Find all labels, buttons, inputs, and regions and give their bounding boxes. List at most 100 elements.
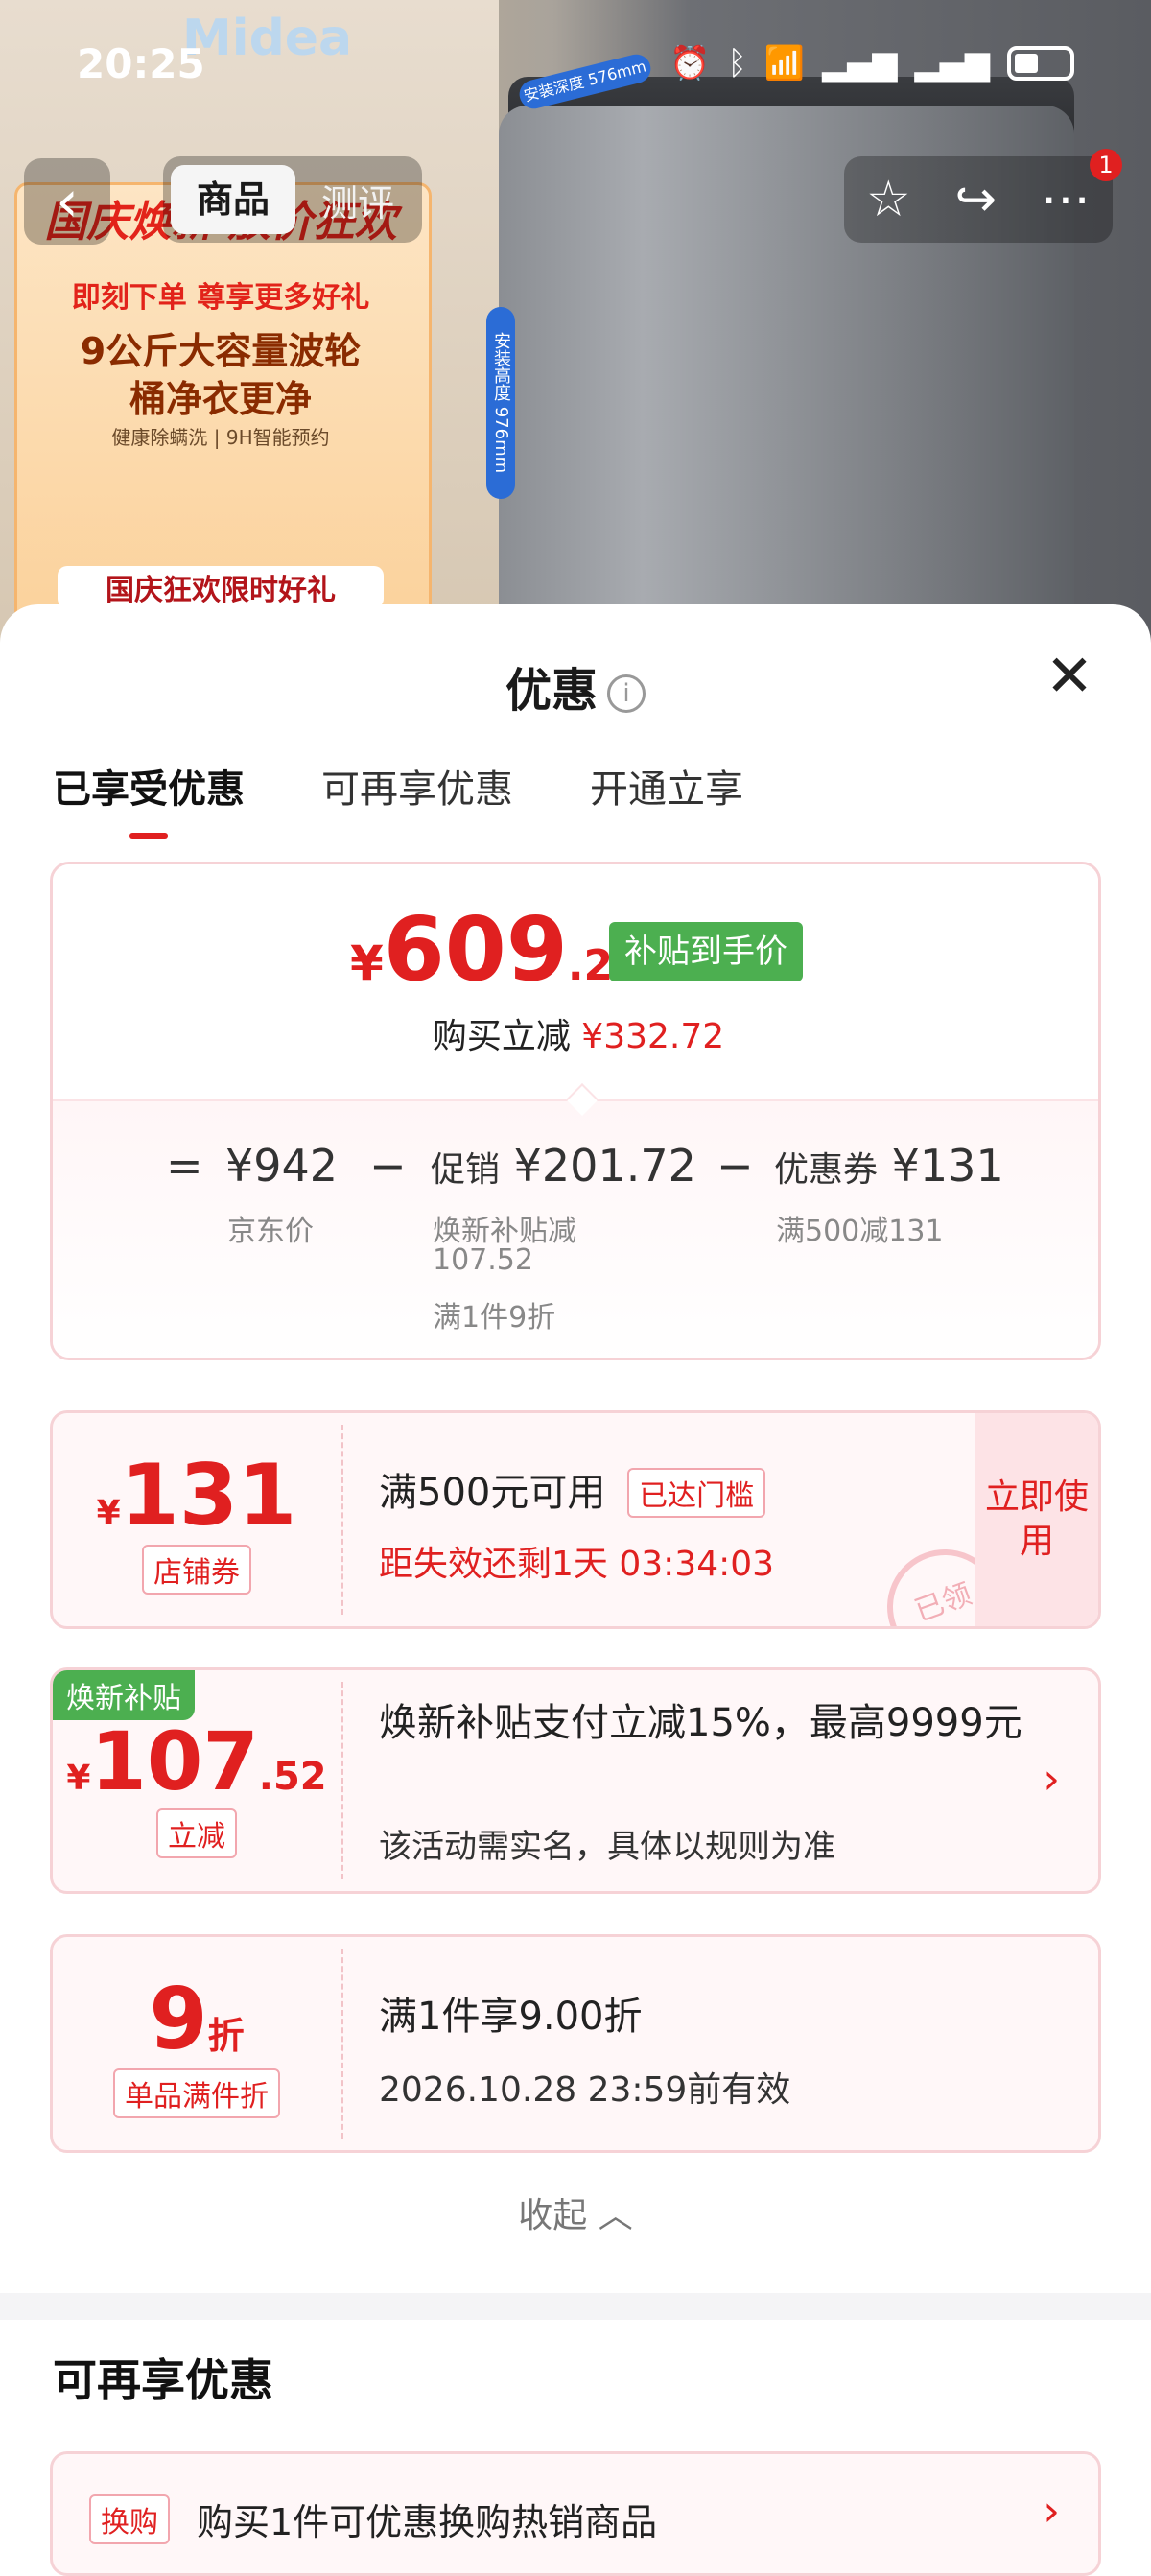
coupon-divider	[341, 1949, 343, 2139]
bluetooth-icon: ᛒ	[727, 44, 747, 83]
more-discounts-title: 可再享优惠	[53, 2354, 273, 2406]
chevron-left-icon: ‹	[56, 168, 79, 235]
store-coupon-currency: ¥	[96, 1494, 121, 1533]
minus-sign-1: −	[369, 1140, 407, 1192]
battery-icon	[1007, 46, 1074, 81]
close-button[interactable]: ✕	[1036, 643, 1103, 710]
discount-info: 满1件享9.00折 2026.10.28 23:59前有效	[379, 1937, 1098, 2150]
coupon-detail: 满500减131	[776, 1215, 944, 1248]
subsidy-decimal: .52	[258, 1755, 327, 1799]
signal-5g-icon-2: ▂▄▆	[914, 44, 990, 83]
nav-actions: ☆ ↪ ⋯	[844, 156, 1113, 243]
subsidy-amount: ¥107.52	[53, 1714, 341, 1808]
star-icon[interactable]: ☆	[866, 171, 911, 228]
notification-badge: 1	[1090, 149, 1122, 181]
chevron-right-icon: ›	[1043, 1755, 1060, 1804]
store-coupon-number: 131	[120, 1446, 297, 1545]
status-icons: ⏰ ᛒ 📶 ▂▄▆ ▂▄▆	[669, 44, 1074, 83]
chevron-right-icon: ›	[1043, 2487, 1060, 2536]
back-button[interactable]: ‹	[24, 158, 110, 245]
minus-sign-2: −	[716, 1140, 754, 1192]
discount-sheet: 优惠 i ✕ 已享受优惠 可再享优惠 开通立享 ¥ 609 .28 补贴到手价 购…	[0, 604, 1151, 2576]
subsidy-price-tag: 补贴到手价	[609, 922, 803, 981]
subsidy-coupon-card[interactable]: 焕新补贴 ¥107.52 立减 焕新补贴支付立减15%，最高9999元 该活动需…	[50, 1667, 1101, 1894]
chevron-up-icon: ︿	[598, 2196, 633, 2235]
coupon-label: 优惠券	[774, 1150, 879, 1190]
close-icon: ✕	[1045, 643, 1094, 710]
tab-review[interactable]: 测评	[295, 174, 420, 226]
subsidy-coupon-value: ¥107.52 立减	[53, 1670, 341, 1891]
section-divider	[0, 2293, 1151, 2320]
threshold-tag: 已达门槛	[627, 1468, 766, 1518]
poster-feature-note: 健康除螨洗 | 9H智能预约	[111, 426, 330, 449]
store-coupon-condition-row: 满500元可用 已达门槛	[379, 1461, 766, 1518]
poster-bottom-banner: 国庆狂欢限时好礼	[58, 566, 384, 608]
discount-desc: 满1件享9.00折	[379, 1995, 643, 2039]
subsidy-desc: 焕新补贴支付立减15%，最高9999元	[379, 1701, 1022, 1745]
coupon-divider	[341, 1682, 343, 1879]
reduce-amount: ¥332.72	[581, 1017, 725, 1056]
jd-price: ¥942	[225, 1140, 339, 1192]
discount-type: 单品满件折	[113, 2068, 280, 2118]
subsidy-note: 该活动需实名，具体以规则为准	[379, 1828, 835, 1866]
price-breakdown: = ¥942 京东价 − 促销 ¥201.72 焕新补贴减 107.52 满1件…	[53, 1083, 1098, 1358]
poster-feature-2: 桶净衣更净	[129, 378, 312, 420]
alarm-icon: ⏰	[669, 44, 711, 83]
collapse-label: 收起	[518, 2196, 588, 2235]
store-coupon-value: ¥131 店铺券	[53, 1413, 341, 1626]
poster-subline: 即刻下单 尊享更多好礼	[71, 281, 370, 315]
store-coupon-amount: ¥131	[53, 1446, 341, 1545]
store-coupon-countdown: 距失效还剩1天 03:34:03	[379, 1545, 775, 1584]
store-coupon-card: ¥131 店铺券 满500元可用 已达门槛 距失效还剩1天 03:34:03 已…	[50, 1410, 1101, 1629]
discount-amount: 9折	[53, 1970, 341, 2068]
final-price: ¥ 609 .28	[350, 898, 643, 1001]
poster-feature-1: 9公斤大容量波轮	[80, 330, 362, 372]
collapse-button[interactable]: 收起 ︿	[0, 2187, 1151, 2237]
exchange-offer-row[interactable]: 换购 购买1件可优惠换购热销商品 ›	[50, 2451, 1101, 2576]
promo-amount: ¥201.72	[513, 1140, 696, 1192]
promo-detail-3: 满1件9折	[433, 1301, 556, 1335]
store-coupon-type: 店铺券	[142, 1545, 251, 1595]
reduce-line: 购买立减 ¥332.72	[53, 1008, 1098, 1058]
tab-open-to-enjoy[interactable]: 开通立享	[590, 758, 743, 839]
signal-5g-icon: ▂▄▆	[822, 44, 898, 83]
final-price-currency: ¥	[350, 935, 384, 991]
tab-product[interactable]: 商品	[171, 165, 295, 234]
store-coupon-condition: 满500元可用	[379, 1471, 606, 1515]
promo-item: 促销 ¥201.72	[431, 1140, 696, 1192]
coupon-item: 优惠券 ¥131	[774, 1140, 1004, 1192]
use-now-button[interactable]: 立即使用	[975, 1413, 1098, 1626]
wifi-icon: 📶	[763, 44, 806, 83]
sheet-title-row: 优惠 i	[0, 652, 1151, 720]
discount-coupon-value: 9折 单品满件折	[53, 1937, 341, 2150]
price-summary-card: ¥ 609 .28 补贴到手价 购买立减 ¥332.72 = ¥942 京东价 …	[50, 862, 1101, 1360]
sheet-title: 优惠	[505, 664, 598, 718]
exchange-text: 购买1件可优惠换购热销商品	[197, 2501, 658, 2543]
jd-price-label: 京东价	[227, 1215, 314, 1248]
summary-top: ¥ 609 .28 补贴到手价 购买立减 ¥332.72	[53, 864, 1098, 1099]
eq-sign: =	[166, 1140, 203, 1192]
product-top-nav: ‹ 商品 测评 ☆ ↪ ⋯ 1	[0, 149, 1151, 245]
promo-label: 促销	[431, 1150, 501, 1190]
promo-detail-2: 107.52	[433, 1243, 533, 1277]
height-dimension-badge: 安装高度 976mm	[486, 307, 515, 499]
discount-number: 9	[149, 1970, 208, 2068]
product-tabs: 商品 测评	[163, 156, 422, 243]
discount-unit: 折	[207, 2015, 245, 2057]
reduce-label: 购买立减	[432, 1017, 571, 1056]
final-price-integer: 609	[383, 898, 568, 1001]
discount-validity: 2026.10.28 23:59前有效	[379, 2070, 791, 2110]
status-time: 20:25	[77, 40, 205, 87]
more-icon[interactable]: ⋯	[1041, 171, 1091, 228]
discount-tabs: 已享受优惠 可再享优惠 开通立享	[53, 758, 743, 839]
share-icon[interactable]: ↪	[955, 171, 998, 228]
coupon-divider	[341, 1425, 343, 1615]
status-bar: 20:25 ⏰ ᛒ 📶 ▂▄▆ ▂▄▆	[0, 0, 1151, 134]
subsidy-type: 立减	[156, 1808, 237, 1858]
discount-coupon-card: 9折 单品满件折 满1件享9.00折 2026.10.28 23:59前有效	[50, 1934, 1101, 2153]
info-icon[interactable]: i	[607, 674, 646, 713]
subsidy-currency: ¥	[66, 1759, 91, 1798]
tab-enjoyed[interactable]: 已享受优惠	[53, 758, 245, 839]
exchange-tag: 换购	[89, 2494, 170, 2544]
tab-more-available[interactable]: 可再享优惠	[321, 758, 513, 839]
